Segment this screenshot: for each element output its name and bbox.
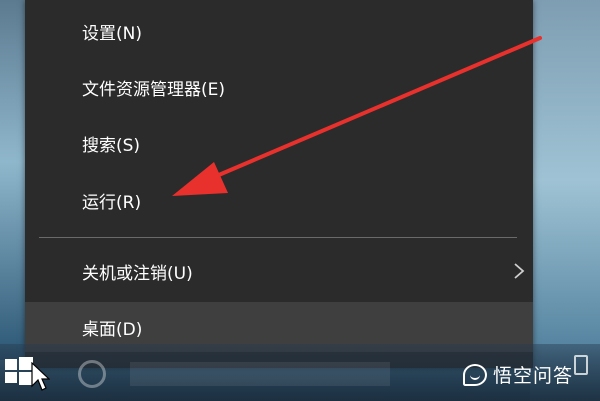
desktop-wallpaper-left (0, 0, 25, 360)
desktop-wallpaper-right (530, 0, 600, 401)
menu-item-shutdown-signout[interactable]: 关机或注销(U) (25, 251, 533, 291)
winx-context-menu: 设置(N) 文件资源管理器(E) 搜索(S) 运行(R) 关机或注销(U) 桌面… (25, 0, 533, 368)
menu-item-label: 设置(N) (82, 23, 142, 44)
menu-item-label: 运行(R) (82, 192, 142, 213)
menu-item-run[interactable]: 运行(R) (25, 180, 533, 220)
menu-item-label: 文件资源管理器(E) (82, 79, 226, 100)
mouse-cursor-icon (31, 362, 50, 391)
watermark: 悟空问答 (463, 361, 573, 388)
menu-item-settings[interactable]: 设置(N) (25, 11, 533, 51)
watermark-text: 悟空问答 (493, 365, 574, 387)
menu-item-label: 搜索(S) (82, 135, 141, 156)
taskbar-search-box[interactable] (130, 362, 390, 386)
menu-separator (39, 237, 517, 238)
chevron-right-icon (514, 263, 525, 279)
menu-item-label: 关机或注销(U) (82, 263, 193, 284)
chat-bubble-icon (463, 363, 487, 386)
menu-item-search[interactable]: 搜索(S) (25, 123, 533, 163)
cortana-icon[interactable] (78, 360, 106, 388)
menu-item-file-explorer[interactable]: 文件资源管理器(E) (25, 67, 533, 107)
menu-item-label: 桌面(D) (82, 319, 143, 340)
tray-icon[interactable] (574, 355, 588, 375)
